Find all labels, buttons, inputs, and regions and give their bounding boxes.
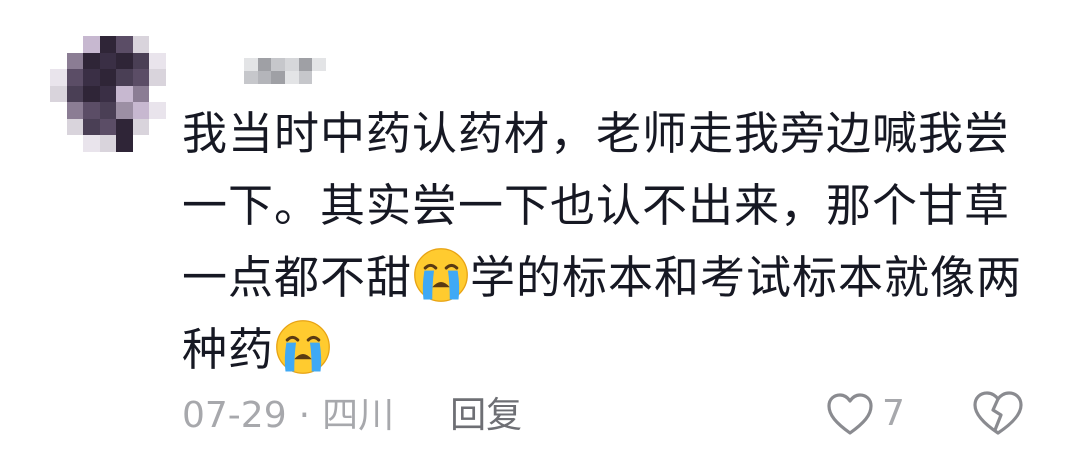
reply-button[interactable]: 回复	[450, 392, 522, 440]
avatar-pixel	[50, 52, 67, 70]
avatar-pixel	[149, 69, 166, 86]
comment-line: 我当时中药认药材，老师走我旁边喊我尝	[182, 107, 1011, 160]
avatar-pixel	[116, 36, 133, 53]
avatar-pixel	[66, 52, 84, 70]
avatar-pixel	[83, 85, 100, 103]
username-pixel	[298, 58, 313, 71]
avatar-pixel	[83, 52, 100, 70]
avatar-pixel	[132, 69, 150, 86]
avatar-pixel	[116, 85, 133, 103]
avatar-pixel	[99, 69, 117, 86]
comment-meta: 07-29 · 四川 回复	[182, 392, 522, 440]
avatar-pixel	[132, 135, 150, 152]
avatar-pixel	[50, 69, 67, 86]
dislike-button[interactable]	[972, 390, 1024, 440]
avatar-pixel	[132, 52, 150, 70]
username-pixel	[271, 58, 285, 71]
avatar-pixel	[99, 85, 117, 103]
comment-location: 四川	[322, 395, 395, 436]
username-pixel	[244, 58, 258, 71]
avatar-pixel	[50, 102, 67, 119]
avatar-pixel	[50, 36, 67, 53]
avatar-pixel	[149, 36, 166, 53]
username-pixel	[271, 71, 285, 84]
heart-outline-icon	[827, 393, 873, 435]
username-pixel	[285, 71, 299, 84]
like-count: 7	[882, 393, 905, 434]
username-pixel	[244, 71, 258, 84]
comment-line: 一下。其实尝一下也认不出来，那个甘草	[182, 179, 1011, 232]
avatar-pixel	[149, 118, 166, 136]
avatar-pixel	[66, 36, 84, 53]
crying-face-emoji-icon	[276, 320, 330, 374]
username-pixel	[312, 58, 326, 71]
avatar-pixel	[116, 118, 133, 136]
avatar-pixel	[66, 85, 84, 103]
username-pixel	[312, 71, 326, 84]
username-pixel	[257, 71, 272, 84]
avatar-pixel	[50, 118, 67, 136]
avatar-pixel	[116, 69, 133, 86]
avatar-pixel	[66, 102, 84, 119]
avatar-pixel	[83, 135, 100, 152]
comment-text: 我当时中药认药材，老师走我旁边喊我尝 一下。其实尝一下也认不出来，那个甘草 一点…	[182, 98, 1042, 386]
like-button[interactable]: 7	[826, 390, 905, 438]
meta-separator: ·	[298, 395, 311, 436]
comment-line: 种药	[182, 323, 275, 376]
avatar-pixel	[83, 69, 100, 86]
comment-line: 一点都不甜	[182, 251, 413, 304]
avatar-pixel	[149, 85, 166, 103]
avatar-pixel	[99, 36, 117, 53]
avatar-pixel	[99, 118, 117, 136]
avatar-pixel	[99, 102, 117, 119]
avatar-pixel	[116, 52, 133, 70]
avatar-pixel	[66, 69, 84, 86]
avatar-pixel	[149, 102, 166, 119]
avatar[interactable]	[50, 36, 166, 152]
avatar-pixel	[83, 102, 100, 119]
comment-item: 我当时中药认药材，老师走我旁边喊我尝 一下。其实尝一下也认不出来，那个甘草 一点…	[0, 0, 1080, 467]
avatar-pixel	[116, 102, 133, 119]
username-pixel	[298, 71, 313, 84]
comment-date: 07-29	[182, 395, 287, 436]
avatar-pixel	[83, 36, 100, 53]
avatar-pixel	[116, 135, 133, 152]
avatar-pixel	[66, 118, 84, 136]
avatar-pixel	[132, 36, 150, 53]
broken-heart-icon	[973, 391, 1023, 435]
avatar-pixel	[132, 85, 150, 103]
comment-line: 学的标本和考试标本就像两	[470, 251, 1023, 304]
username-blurred[interactable]	[244, 58, 326, 84]
avatar-pixel	[132, 102, 150, 119]
username-pixel	[285, 58, 299, 71]
avatar-pixel	[99, 135, 117, 152]
avatar-pixel	[66, 135, 84, 152]
avatar-pixel	[149, 52, 166, 70]
avatar-pixel	[50, 85, 67, 103]
avatar-pixel	[50, 135, 67, 152]
avatar-pixel	[149, 135, 166, 152]
avatar-pixel	[132, 118, 150, 136]
avatar-pixel	[99, 52, 117, 70]
username-pixel	[257, 58, 272, 71]
avatar-pixel	[83, 118, 100, 136]
crying-face-emoji-icon	[414, 248, 468, 302]
